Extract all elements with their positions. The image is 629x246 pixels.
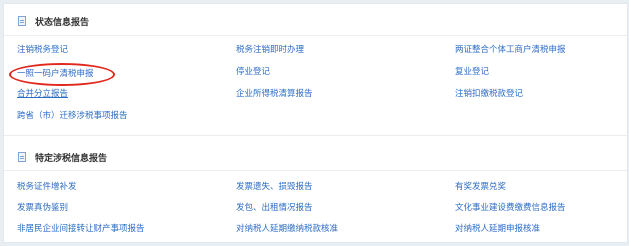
link-tax-certificate-reissue[interactable]: 税务证件增补发 — [17, 180, 77, 192]
link-income-tax-liquidation[interactable]: 企业所得税清算报告 — [236, 87, 313, 99]
link-suspension-registration[interactable]: 停业登记 — [236, 65, 270, 77]
link-subcontract-lease-report[interactable]: 发包、出租情况报告 — [236, 201, 313, 213]
link-invoice-prize-redemption[interactable]: 有奖发票兑奖 — [455, 180, 506, 192]
link-withholding-deregistration[interactable]: 注销扣缴税款登记 — [455, 87, 523, 99]
section-title: 特定涉税信息报告 — [35, 153, 108, 164]
document-icon — [18, 16, 26, 26]
divider — [4, 170, 627, 171]
divider — [4, 135, 627, 136]
link-indirect-transfer-report[interactable]: 非居民企业间接转让财产事项报告 — [17, 222, 145, 234]
divider — [4, 35, 627, 36]
section-specific-report-header: 特定涉税信息报告 — [18, 150, 107, 164]
link-cross-province-migration[interactable]: 跨省（市）迁移涉税事项报告 — [17, 109, 128, 121]
document-icon — [18, 152, 26, 162]
link-resume-business[interactable]: 复业登记 — [455, 65, 489, 77]
link-merger-split-report[interactable]: 合并分立报告 — [17, 87, 68, 99]
section-status-report-header: 状态信息报告 — [18, 14, 89, 28]
link-culture-fee-report[interactable]: 文化事业建设费缴费信息报告 — [455, 201, 566, 213]
tax-services-panel: 状态信息报告 注销税务登记 一照一码户清税申报 合并分立报告 跨省（市）迁移涉税… — [3, 3, 628, 243]
link-invoice-authentication[interactable]: 发票真伪鉴别 — [17, 201, 68, 213]
link-deferred-payment-approval[interactable]: 对纳税人延期缴纳税款核准 — [236, 222, 338, 234]
link-instant-deregistration[interactable]: 税务注销即时办理 — [236, 43, 304, 55]
link-deregister-tax[interactable]: 注销税务登记 — [17, 43, 68, 55]
link-two-certificates-clearance[interactable]: 两证整合个体工商户清税申报 — [455, 43, 566, 55]
section-title: 状态信息报告 — [35, 17, 90, 28]
link-deferred-filing-approval[interactable]: 对纳税人延期申报核准 — [455, 222, 540, 234]
link-invoice-loss-report[interactable]: 发票遗失、损毁报告 — [236, 180, 313, 192]
highlight-circle — [9, 63, 115, 86]
